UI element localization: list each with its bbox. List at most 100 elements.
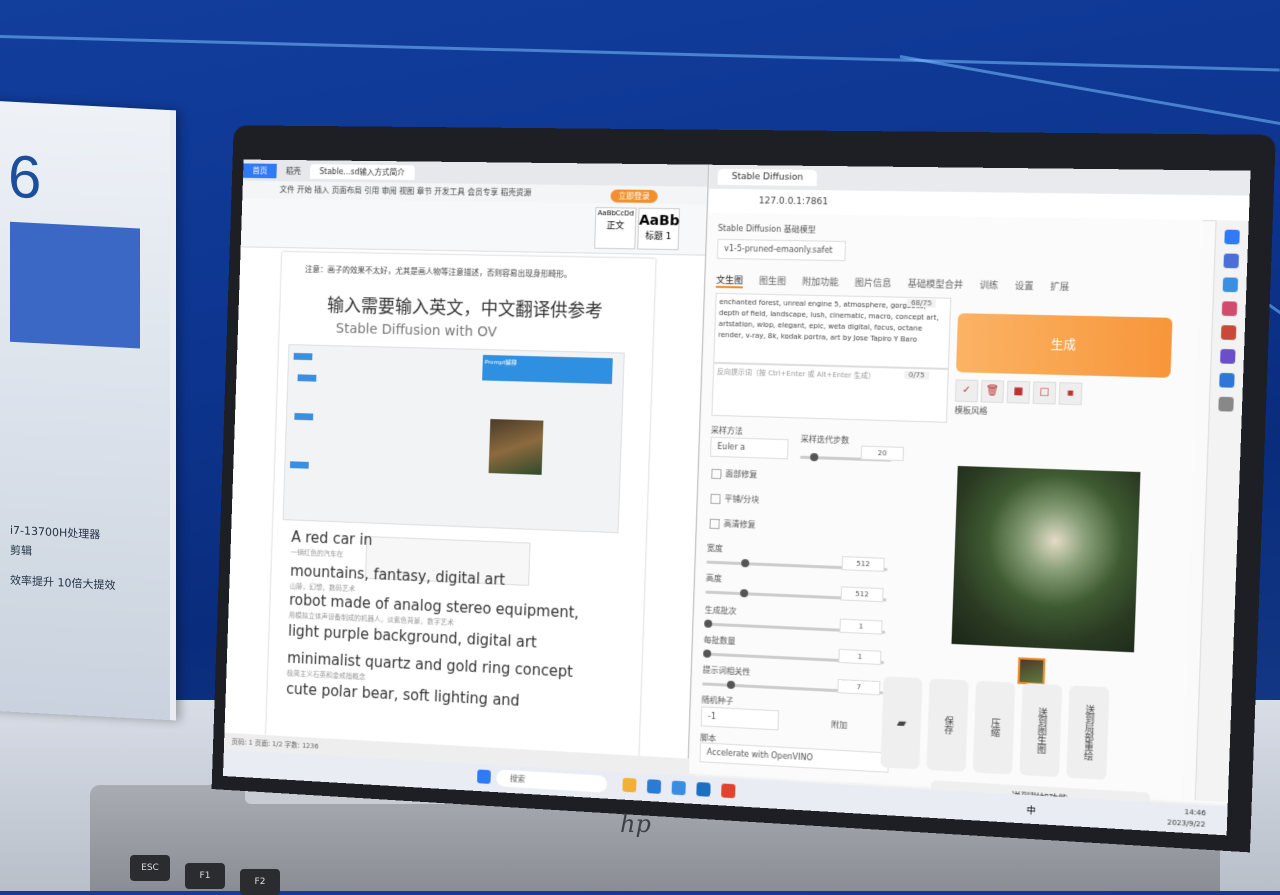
seed-input[interactable]: -1 [701, 706, 779, 730]
save-style-icon[interactable]: ▪ [1059, 382, 1083, 405]
hp-logo: hp [620, 810, 651, 838]
login-button[interactable]: 立即登录 [610, 189, 658, 203]
tab-settings[interactable]: 设置 [1015, 279, 1034, 295]
folder-icon[interactable]: ▰ [880, 676, 922, 769]
tab-checkpoint-merger[interactable]: 基础模型合并 [907, 277, 963, 293]
stand-text: 效率提升 10倍大提效 [10, 572, 116, 594]
extra-checkbox[interactable]: 附加 [831, 719, 848, 731]
document-page[interactable]: 注意：画子的效果不太好，尤其是画人物等注意描述，否则容易出现身形畸形。 输入需要… [266, 252, 655, 756]
tab-png-info[interactable]: 图片信息 [854, 276, 891, 292]
template-style-label: 模板风格 [954, 405, 987, 417]
width-value[interactable]: 512 [842, 556, 885, 572]
tab-txt2img[interactable]: 文生图 [716, 273, 743, 289]
url-text[interactable]: 127.0.0.1:7861 [759, 196, 829, 207]
browser-window: Stable Diffusion 127.0.0.1:7861 Stable D… [689, 165, 1250, 805]
paragraph-note: 一辆红色的汽车在 [291, 548, 344, 560]
intro-text: 注意：画子的效果不太好，尤其是画人物等注意描述，否则容易出现身形畸形。 [305, 264, 572, 280]
app-icon[interactable] [696, 782, 710, 797]
wps-icon[interactable] [721, 783, 735, 798]
search-icon[interactable] [1223, 277, 1239, 292]
batch-count-value[interactable]: 1 [839, 619, 882, 635]
stand-graphic [10, 222, 140, 349]
paragraph: cute polar bear, soft lighting and [286, 680, 520, 710]
bing-icon[interactable] [1224, 230, 1240, 245]
paragraph: A red car in [291, 528, 373, 549]
plus-icon[interactable] [1218, 397, 1234, 412]
tiling-checkbox[interactable]: 平铺/分块 [710, 493, 759, 506]
page-heading: 输入需要输入英文，中文翻译供参考 [327, 292, 603, 324]
tab-document[interactable]: Stable…sd输入方式简介 [310, 164, 415, 180]
embed-label [294, 413, 313, 420]
tab-extensions[interactable]: 扩展 [1050, 279, 1069, 295]
face-restore-checkbox[interactable]: 面部修复 [711, 468, 757, 481]
toolbox-icon[interactable] [1221, 325, 1237, 340]
tab-extras[interactable]: 附加功能 [802, 275, 839, 291]
style-name: 正文 [606, 221, 624, 231]
hires-fix-checkbox[interactable]: 高清修复 [710, 518, 756, 531]
negative-token-count: 0/75 [904, 371, 929, 380]
batch-size-label: 每批数量 [703, 634, 735, 646]
embed-forest-image [489, 419, 544, 475]
taskbar-search[interactable]: 搜索 [496, 770, 607, 793]
stable-diffusion-ui: Stable Diffusion 基础模型 v1-5-pruned-emaonl… [689, 213, 1203, 800]
clock[interactable]: 14:46 2023/9/22 [1167, 806, 1206, 831]
stand-text: i7-13700H处理器 [10, 522, 100, 543]
person-icon[interactable] [1220, 349, 1236, 364]
save-button[interactable]: 保存 [926, 679, 968, 772]
embed-label [298, 374, 317, 381]
clipboard-icon[interactable]: □ [1033, 381, 1057, 404]
cfg-label: 提示词相关性 [702, 664, 750, 677]
tab-train[interactable]: 训练 [979, 278, 998, 294]
tag-icon[interactable] [1222, 301, 1238, 316]
style-heading1[interactable]: AaBb 标题 1 [637, 208, 680, 250]
paragraph: light purple background, digital art [288, 622, 537, 651]
store-icon[interactable] [672, 781, 686, 796]
model-label: Stable Diffusion 基础模型 [718, 223, 816, 236]
stand-number: 6 [8, 142, 41, 213]
book-icon[interactable]: ■ [1007, 381, 1031, 404]
light-streak [0, 35, 1280, 72]
model-select[interactable]: v1-5-pruned-emaonly.safet [717, 239, 846, 261]
windows-start-icon[interactable] [477, 769, 491, 784]
trash-icon[interactable]: 🗑 [981, 380, 1005, 403]
steps-value[interactable]: 20 [861, 446, 904, 462]
output-thumbnail[interactable] [1017, 657, 1045, 685]
key-f2[interactable]: F2 [240, 869, 280, 895]
cfg-value[interactable]: 7 [837, 679, 880, 695]
zip-button[interactable]: 压缩 [973, 681, 1016, 775]
tab-stable-diffusion[interactable]: Stable Diffusion [717, 169, 817, 186]
outlook-icon[interactable] [1219, 373, 1235, 388]
document-ribbon: AaBbCcDd 正文 AaBb 标题 1 [241, 198, 707, 256]
tab-img2img[interactable]: 图生图 [759, 274, 787, 290]
check-icon[interactable]: ✓ [955, 379, 978, 402]
bell-icon[interactable] [1223, 254, 1239, 269]
embedded-screenshot[interactable]: Prompt解释 [283, 344, 625, 533]
file-explorer-icon[interactable] [622, 778, 636, 793]
height-value[interactable]: 512 [841, 586, 884, 602]
embed-label [294, 353, 313, 360]
tab-docer[interactable]: 稻壳 [276, 163, 310, 178]
script-select[interactable]: Accelerate with OpenVINO [699, 742, 889, 773]
tab-home[interactable]: 首页 [243, 163, 277, 178]
steps-label: 采样迭代步数 [801, 434, 850, 447]
sampler-select[interactable]: Euler a [710, 437, 789, 460]
generate-button[interactable]: 生成 [956, 313, 1173, 378]
style-sample: AaBb [639, 213, 679, 230]
output-image[interactable] [951, 466, 1140, 652]
key-esc[interactable]: ESC [130, 855, 170, 881]
stand-text: 剪辑 [10, 542, 32, 559]
edge-icon[interactable] [647, 779, 661, 794]
sampler-label: 采样方法 [711, 425, 743, 437]
seed-label: 随机种子 [701, 694, 733, 707]
batch-size-value[interactable]: 1 [838, 649, 881, 665]
key-f1[interactable]: F1 [185, 863, 225, 889]
style-sample: AaBbCcDd [598, 209, 634, 217]
send-to-inpaint-button[interactable]: 送到局部重绘 [1066, 685, 1109, 779]
style-normal[interactable]: AaBbCcDd 正文 [594, 207, 637, 249]
clock-date: 2023/9/22 [1167, 817, 1206, 831]
ime-indicator[interactable]: 中 [1026, 803, 1036, 817]
send-to-img2img-button[interactable]: 送到图生图 [1019, 683, 1062, 777]
prompt-token-count: 68/75 [907, 299, 936, 308]
batch-count-label: 生成批次 [705, 605, 737, 617]
laptop-screen: 首页 稻壳 Stable…sd输入方式简介 文件 开始 插入 页面布局 引用 审… [223, 160, 1251, 836]
